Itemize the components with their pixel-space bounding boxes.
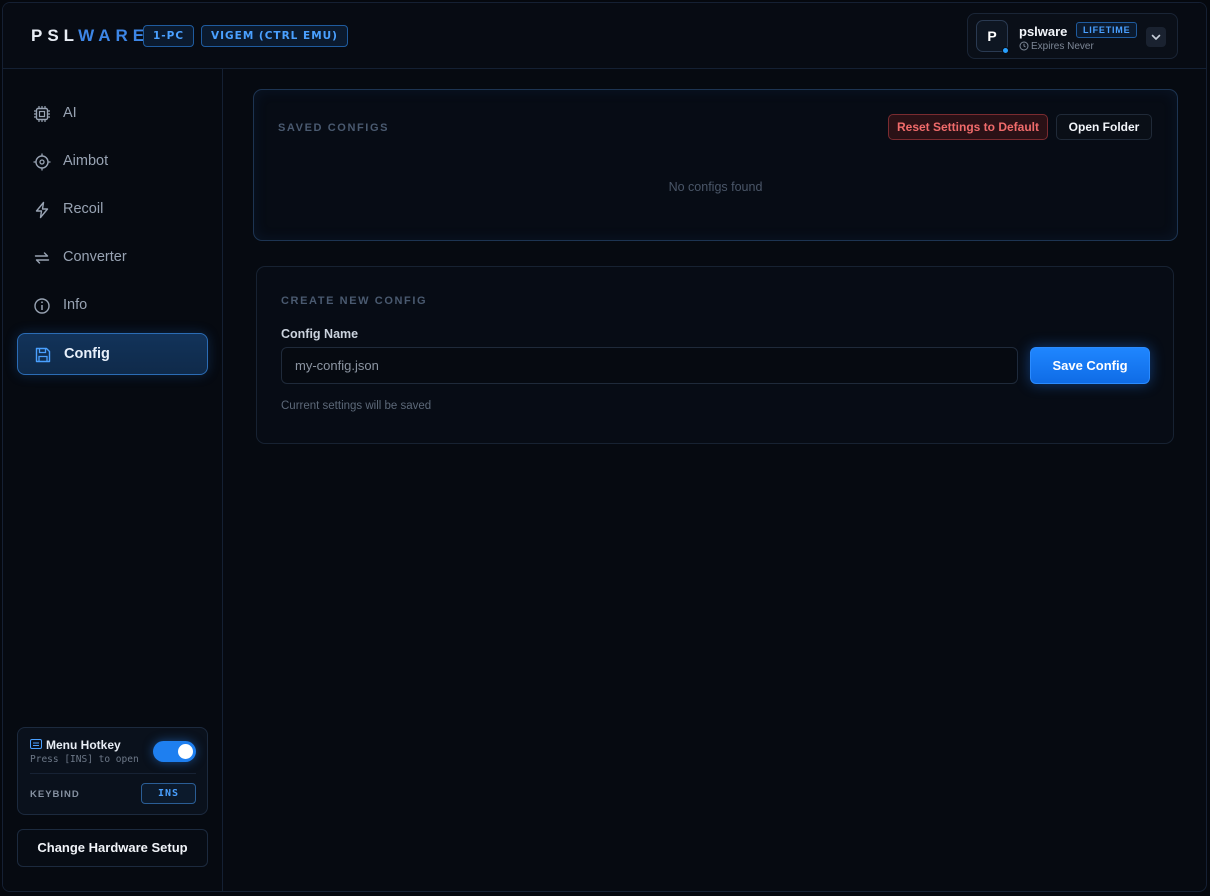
keyboard-icon: [30, 739, 42, 749]
app-window: PSLWARE 1-PC VIGEM (CTRL EMU) P pslware …: [2, 2, 1207, 892]
logo-prefix: PSL: [31, 26, 79, 45]
sidebar-item-ai[interactable]: AI: [17, 93, 208, 135]
chevron-down-icon: [1151, 34, 1161, 40]
save-config-button[interactable]: Save Config: [1030, 347, 1150, 384]
plan-badge: LIFETIME: [1076, 22, 1138, 38]
crosshair-icon: [33, 153, 51, 171]
toggle-knob: [178, 744, 193, 759]
keybind-label: KEYBIND: [30, 789, 80, 800]
empty-configs-message: No configs found: [668, 180, 763, 194]
saved-configs-panel: SAVED CONFIGS Reset Settings to Default …: [253, 89, 1178, 241]
create-config-title: CREATE NEW CONFIG: [281, 295, 428, 307]
sidebar-item-label: Config: [64, 346, 110, 362]
hotkey-subtitle: Press [INS] to open: [30, 754, 139, 765]
config-name-label: Config Name: [281, 327, 359, 341]
logo-suffix: WARE: [78, 26, 150, 45]
sidebar-item-converter[interactable]: Converter: [17, 237, 208, 279]
menu-hotkey-panel: Menu Hotkey Press [INS] to open KEYBIND …: [17, 727, 208, 815]
vigem-badge: VIGEM (CTRL EMU): [201, 25, 348, 47]
sidebar-item-label: Converter: [63, 249, 127, 265]
sidebar-item-aimbot[interactable]: Aimbot: [17, 141, 208, 183]
pc-mode-badge: 1-PC: [143, 25, 195, 47]
sidebar-item-config[interactable]: Config: [17, 333, 208, 375]
lightning-icon: [35, 201, 49, 219]
sidebar: AI Aimbot Recoil Converter Info Config M…: [3, 69, 223, 891]
sidebar-item-info[interactable]: Info: [17, 285, 208, 327]
saved-configs-title: SAVED CONFIGS: [278, 122, 390, 134]
clock-icon: [1019, 41, 1029, 51]
reset-settings-button[interactable]: Reset Settings to Default: [888, 114, 1048, 140]
expiry-text: Expires Never: [1031, 41, 1094, 52]
keybind-button[interactable]: INS: [141, 783, 196, 804]
cpu-icon: [34, 106, 50, 122]
info-icon: [34, 298, 50, 314]
create-config-panel: CREATE NEW CONFIG Config Name Save Confi…: [256, 266, 1174, 444]
app-logo: PSLWARE: [31, 26, 149, 46]
config-name-input[interactable]: [281, 347, 1018, 384]
sidebar-item-recoil[interactable]: Recoil: [17, 189, 208, 231]
save-icon: [35, 347, 51, 363]
open-folder-button[interactable]: Open Folder: [1056, 114, 1152, 140]
user-name: pslware: [1019, 24, 1068, 39]
user-menu-dropdown[interactable]: [1146, 27, 1166, 47]
save-hint: Current settings will be saved: [281, 400, 432, 412]
top-header: PSLWARE 1-PC VIGEM (CTRL EMU) P pslware …: [3, 3, 1206, 69]
divider: [30, 773, 196, 774]
expiry-status: Expires Never: [1019, 41, 1094, 52]
sidebar-item-label: AI: [63, 105, 77, 121]
sidebar-item-label: Aimbot: [63, 153, 109, 169]
swap-icon: [34, 252, 50, 264]
online-status-dot: [1002, 47, 1009, 54]
hotkey-title: Menu Hotkey: [46, 738, 121, 752]
sidebar-item-label: Info: [63, 297, 88, 313]
user-card[interactable]: P pslware LIFETIME Expires Never: [967, 13, 1178, 59]
change-hardware-button[interactable]: Change Hardware Setup: [17, 829, 208, 867]
hotkey-toggle[interactable]: [153, 741, 196, 762]
sidebar-item-label: Recoil: [63, 201, 104, 217]
